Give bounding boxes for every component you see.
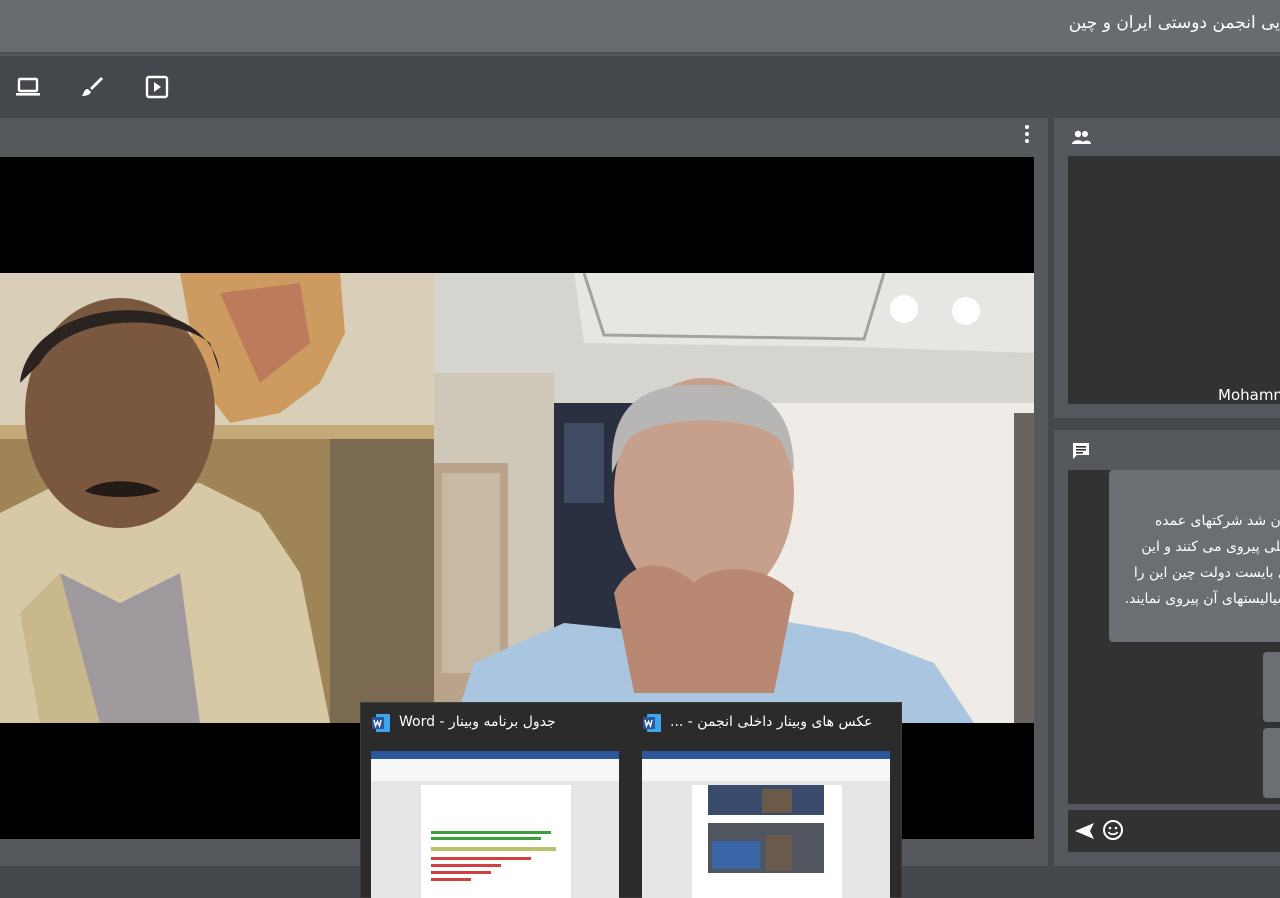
- session-title: یی انجمن دوستی ایران و چین: [1068, 13, 1280, 33]
- chat-message-line: خلی پیروی می کنند و این: [1141, 539, 1280, 555]
- more-vertical-icon: [1025, 125, 1029, 143]
- title-bar: یی انجمن دوستی ایران و چین: [0, 0, 1280, 54]
- participants-header: [1054, 118, 1280, 154]
- document-thumbnail: [642, 751, 890, 898]
- window-preview-title: عکس های وبینار داخلی انجمن - ...: [670, 714, 873, 730]
- chat-input[interactable]: [1130, 818, 1280, 844]
- window-preview-2[interactable]: عکس های وبینار داخلی انجمن - ...: [640, 711, 890, 898]
- chat-message: [1263, 728, 1280, 798]
- media-player-button[interactable]: [139, 69, 175, 105]
- document-thumbnail: [371, 751, 619, 898]
- chat-icon: [1073, 443, 1089, 459]
- window-preview-title: جدول برنامه وبینار - Word: [399, 714, 556, 730]
- people-icon: [1072, 130, 1091, 144]
- participant-video-1: [0, 273, 434, 723]
- window-preview-image: [371, 751, 619, 898]
- emoji-icon[interactable]: [1102, 819, 1124, 841]
- participant-video-2-frame: [434, 273, 1034, 723]
- participant-name[interactable]: Mohamm: [1218, 386, 1280, 404]
- window-preview-image: [642, 751, 890, 898]
- chat-message: یان شد شرکتهای عمده خلی پیروی می کنند و …: [1109, 470, 1280, 642]
- chat-messages: یان شد شرکتهای عمده خلی پیروی می کنند و …: [1068, 470, 1280, 804]
- section-divider: [1054, 418, 1280, 430]
- chat-composer: [1068, 810, 1280, 852]
- screen-share-button[interactable]: [10, 69, 46, 105]
- window-preview-title-row: عکس های وبینار داخلی انجمن - ...: [640, 711, 890, 739]
- video-panel-menu-button[interactable]: [1018, 122, 1036, 146]
- play-box-icon: [145, 75, 169, 99]
- word-icon: [643, 714, 661, 732]
- laptop-icon: [16, 77, 40, 96]
- chat-message-line: ی بایست دولت چین این را: [1133, 565, 1280, 581]
- app-window: یی انجمن دوستی ایران و چین Moham یان شد …: [0, 0, 1280, 898]
- whiteboard-button[interactable]: [74, 69, 110, 105]
- chat-header: [1054, 432, 1280, 468]
- side-panel: Mohamm یان شد شرکتهای عمده خلی پیروی می …: [1054, 118, 1280, 898]
- send-icon[interactable]: [1072, 820, 1096, 842]
- chat-message: [1263, 652, 1280, 722]
- chat-message-line: یان شد شرکتهای عمده: [1154, 513, 1280, 529]
- brush-icon: [82, 77, 103, 96]
- participant-video-1-frame: [0, 273, 434, 723]
- participants-list: Mohamm: [1068, 156, 1280, 404]
- word-icon: [372, 714, 390, 732]
- taskbar-window-previews: جدول برنامه وبینار - Word عکس های وبینار…: [360, 702, 902, 898]
- window-preview-1[interactable]: جدول برنامه وبینار - Word: [369, 711, 619, 898]
- participant-video-2: [434, 273, 1034, 723]
- toolbar: [0, 56, 1280, 118]
- window-preview-title-row: جدول برنامه وبینار - Word: [369, 711, 619, 739]
- chat-message-line: سیالیستهای آن پیروی نمایند.: [1124, 591, 1280, 607]
